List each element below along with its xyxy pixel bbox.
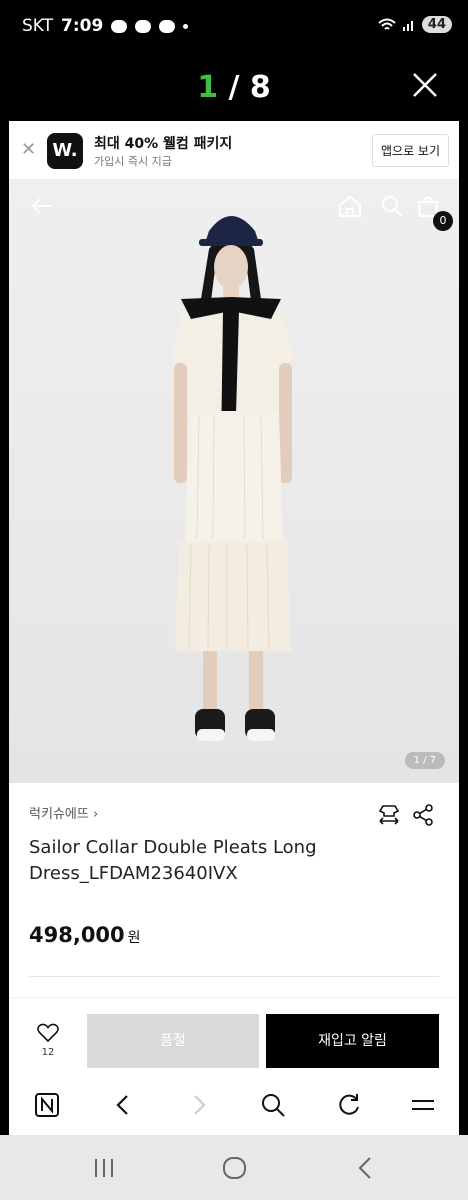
refresh-icon[interactable] (335, 1091, 363, 1119)
divider (9, 997, 459, 998)
restock-alert-button[interactable]: 재입고 알림 (266, 1014, 439, 1068)
total-count: 8 (249, 70, 271, 105)
cart-count-badge: 0 (433, 211, 453, 231)
brand-logo: W. (47, 133, 83, 169)
brand-name: 럭키슈에뜨 (29, 807, 89, 822)
talk-notification-icon (111, 19, 128, 33)
wifi-icon (378, 18, 396, 30)
current-index: 1 (197, 70, 219, 105)
image-counter: 1 / 8 (0, 70, 468, 105)
counter-separator: / (218, 70, 250, 105)
product-price: 498,000 원 (29, 923, 141, 947)
product-image[interactable]: 0 1 / 7 (9, 179, 459, 783)
home-button-icon[interactable] (221, 1155, 249, 1181)
browser-forward-icon[interactable] (185, 1091, 213, 1119)
product-name: Sailor Collar Double Pleats Long Dress_L… (29, 837, 317, 884)
clock: 7:09 (61, 16, 104, 36)
browser-search-icon[interactable] (259, 1091, 287, 1119)
status-right: 44 (378, 16, 452, 33)
menu-icon[interactable] (409, 1091, 437, 1119)
banner-subtitle: 가입시 즉시 지급 (94, 155, 172, 168)
image-viewer-header: 1 / 8 (0, 56, 468, 120)
more-notifications-icon (183, 23, 189, 29)
wishlist-count: 12 (41, 1047, 55, 1058)
home-icon[interactable] (337, 193, 363, 219)
system-navigation-bar (0, 1135, 468, 1200)
naver-home-icon[interactable] (33, 1091, 61, 1119)
banner-title: 최대 40% 웰컴 패키지 (94, 136, 233, 152)
product-header-icons: 0 (9, 193, 459, 231)
product-info-actions (377, 803, 437, 829)
gallery-page-indicator: 1 / 7 (404, 752, 445, 769)
banner-close-icon[interactable]: ✕ (21, 139, 36, 160)
recent-apps-icon[interactable] (90, 1155, 118, 1181)
app-notification-icon (135, 19, 152, 33)
app-promo-banner: ✕ W. 최대 40% 웰컴 패키지 가입시 즉시 지급 앱으로 보기 (9, 121, 459, 180)
share-icon[interactable] (411, 803, 435, 827)
close-icon[interactable] (410, 70, 440, 100)
model-photo (171, 216, 295, 741)
system-back-icon[interactable] (352, 1155, 380, 1181)
shared-screenshot: ✕ W. 최대 40% 웰컴 패키지 가입시 즉시 지급 앱으로 보기 0 1 … (9, 121, 459, 1135)
size-icon[interactable] (377, 803, 401, 827)
search-icon[interactable] (379, 193, 405, 219)
carrier-label: SKT (22, 16, 54, 36)
status-left: SKT 7:09 (22, 16, 189, 36)
browser-back-icon[interactable] (109, 1091, 137, 1119)
open-app-button[interactable]: 앱으로 보기 (371, 134, 449, 167)
price-value: 498,000 (29, 923, 125, 947)
arrow-left-icon[interactable] (29, 193, 55, 219)
message-notification-icon (159, 19, 176, 33)
browser-toolbar (9, 1075, 459, 1135)
status-bar: SKT 7:09 44 (0, 0, 468, 56)
brand-link[interactable]: 럭키슈에뜨 › (29, 803, 98, 822)
signal-icon (402, 20, 413, 31)
sold-out-button[interactable]: 품절 (87, 1014, 259, 1068)
wishlist-button[interactable]: 12 (31, 1023, 65, 1063)
heart-icon (37, 1023, 59, 1043)
chevron-right-icon: › (92, 807, 99, 822)
divider (29, 976, 439, 977)
battery-indicator: 44 (421, 16, 452, 33)
price-currency: 원 (127, 930, 141, 946)
